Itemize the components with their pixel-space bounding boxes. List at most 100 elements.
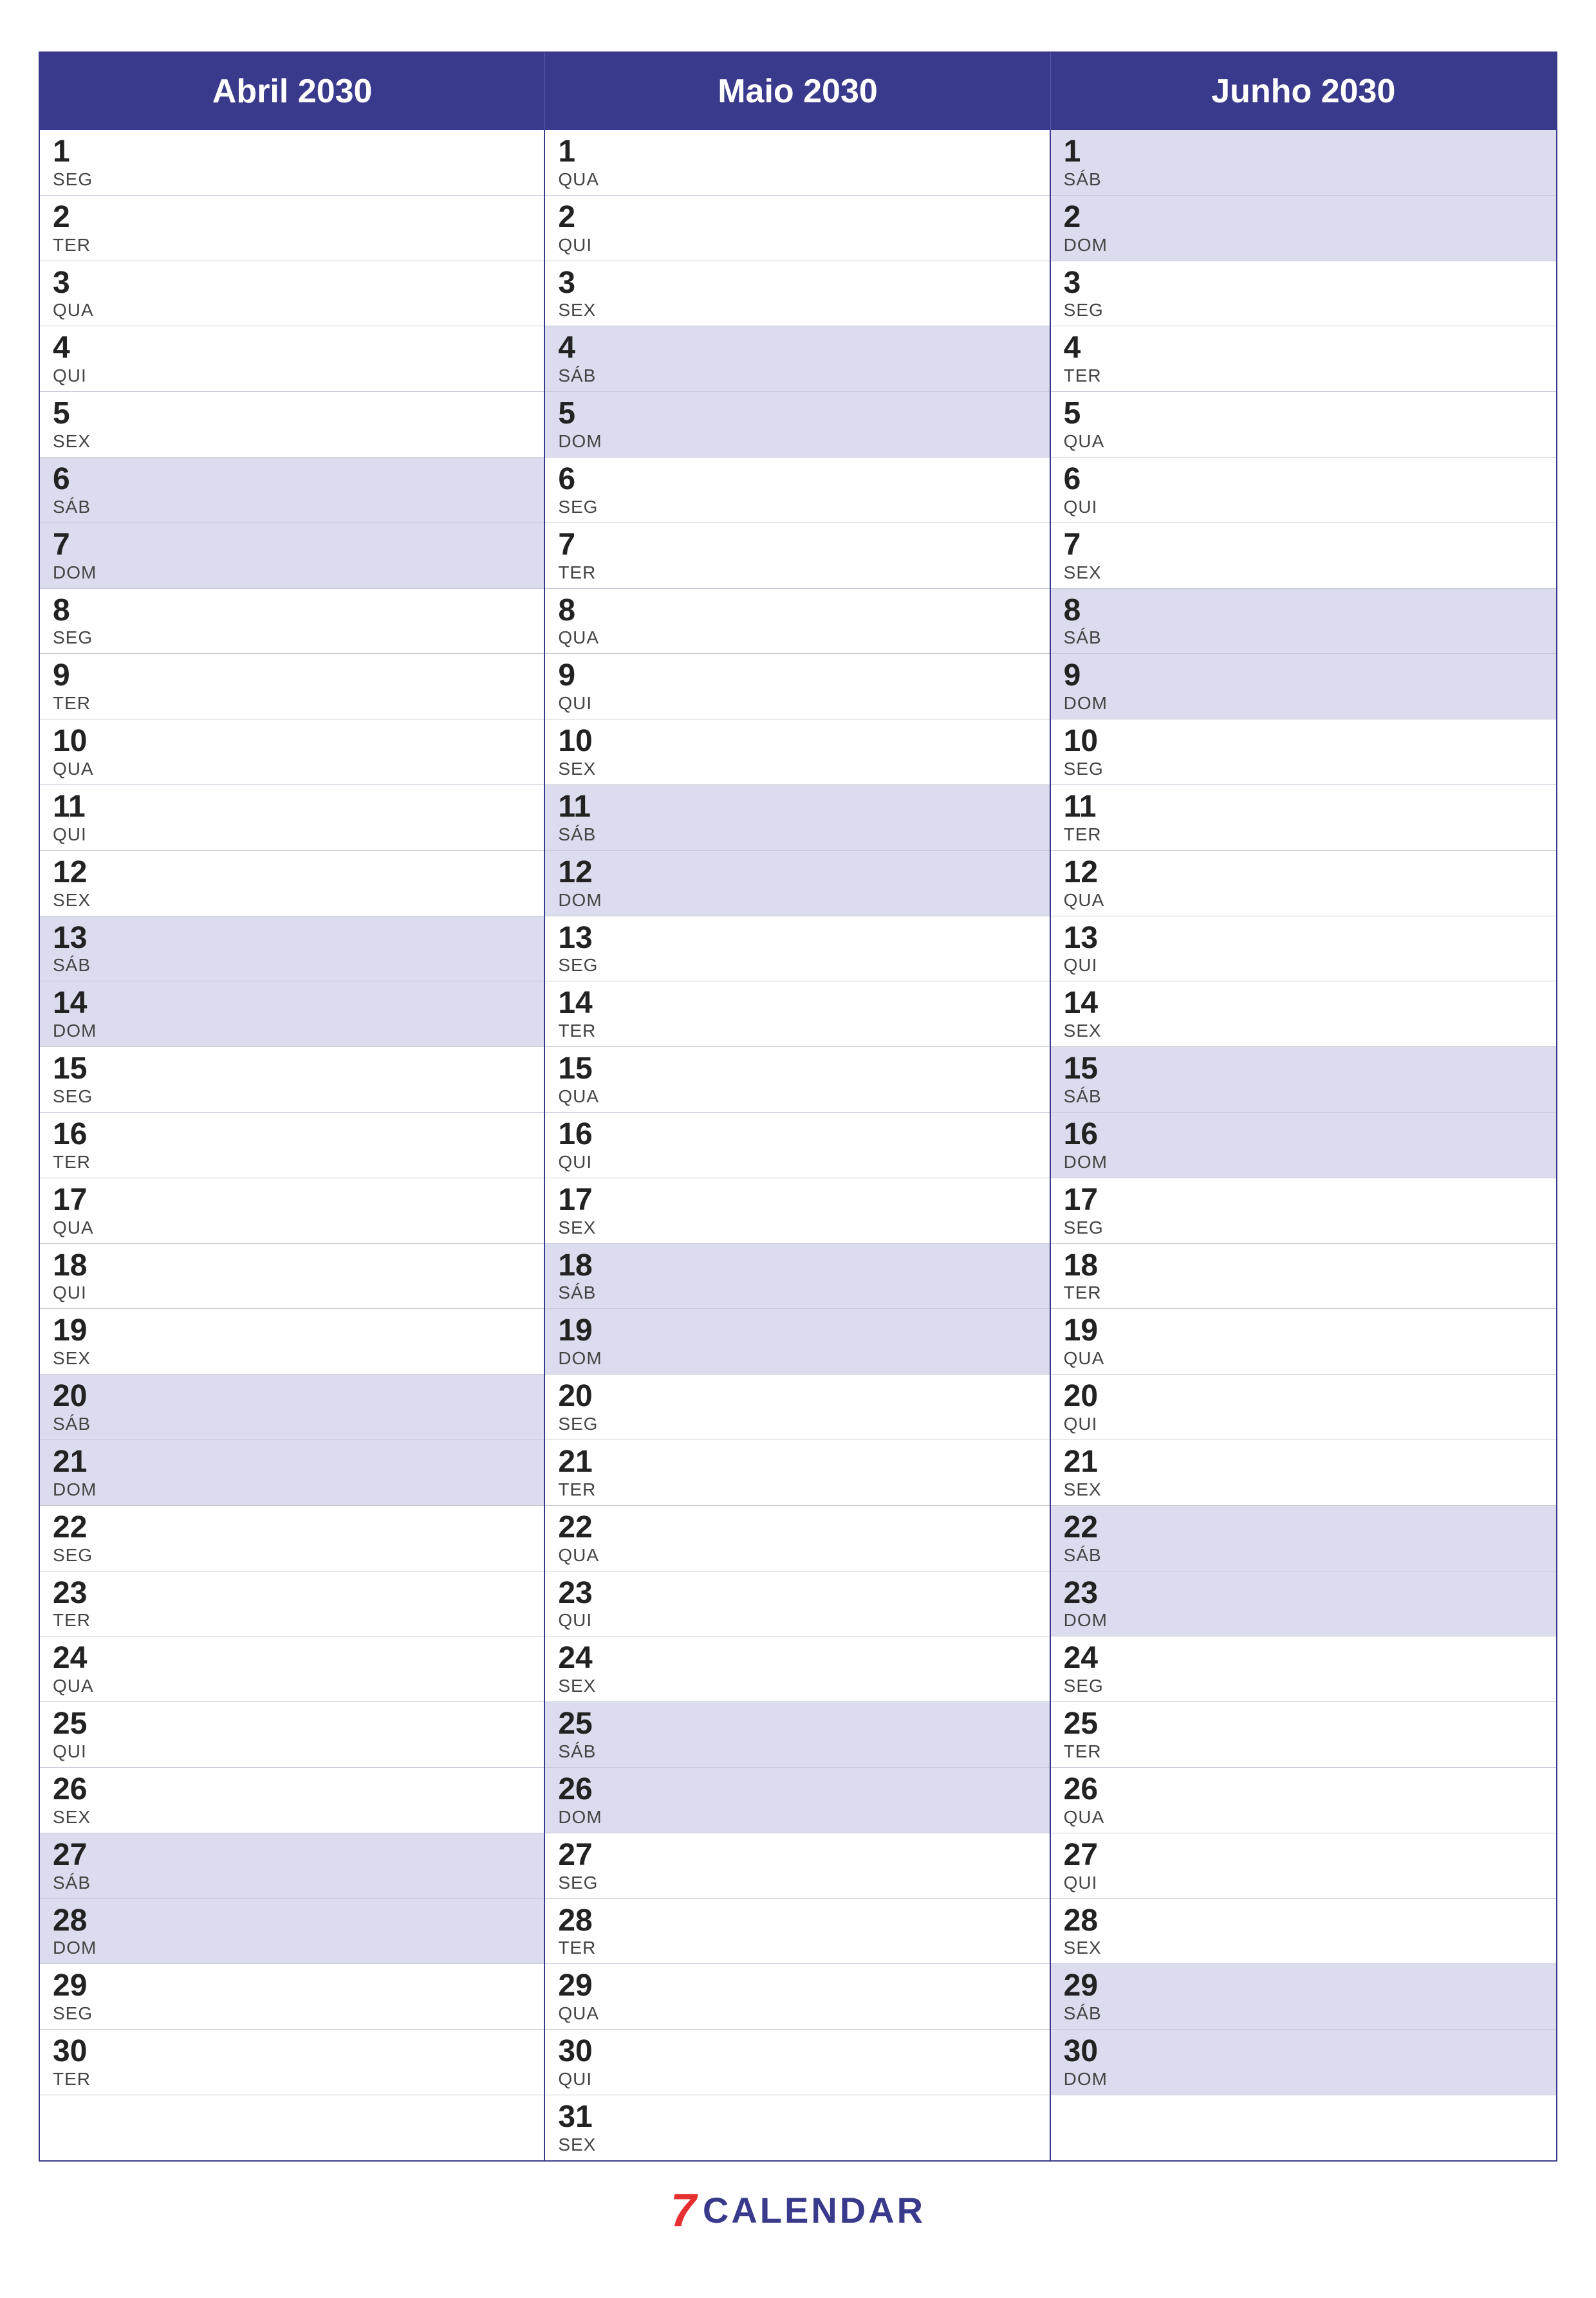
day-name: SEG: [558, 497, 1036, 517]
day-name: DOM: [558, 890, 1036, 911]
day-row: 12DOM: [545, 851, 1049, 916]
day-name: QUA: [53, 1218, 531, 1238]
day-name: DOM: [558, 1807, 1036, 1828]
calendar-container: Abril 2030Maio 2030Junho 2030 1SEG2TER3Q…: [39, 51, 1557, 2162]
day-name: SÁB: [558, 1741, 1036, 1762]
day-name: QUI: [1064, 1873, 1543, 1893]
day-number: 9: [53, 659, 531, 693]
day-row: 1SÁB: [1051, 130, 1556, 196]
day-number: 28: [558, 1904, 1036, 1938]
day-number: 7: [1064, 528, 1543, 562]
day-name: SEG: [558, 1414, 1036, 1434]
day-number: 8: [558, 594, 1036, 628]
day-row: 12QUA: [1051, 851, 1556, 916]
day-row: 1QUA: [545, 130, 1049, 196]
day-name: SEX: [1064, 1938, 1543, 1958]
day-name: SEX: [558, 759, 1036, 779]
day-row: 23DOM: [1051, 1571, 1556, 1637]
day-name: TER: [1064, 366, 1543, 386]
day-name: DOM: [558, 1348, 1036, 1369]
day-name: QUI: [1064, 497, 1543, 517]
day-name: QUA: [1064, 1807, 1543, 1828]
day-row: 20SÁB: [40, 1375, 544, 1440]
day-row: 6SEG: [545, 458, 1049, 523]
day-row: 23TER: [40, 1571, 544, 1637]
day-row: 4QUI: [40, 326, 544, 392]
day-number: 18: [558, 1249, 1036, 1283]
day-name: SEG: [53, 169, 531, 190]
day-name: SÁB: [1064, 1086, 1543, 1107]
day-name: SEG: [1064, 300, 1543, 320]
day-number: 21: [53, 1445, 531, 1479]
day-number: 26: [1064, 1773, 1543, 1807]
day-number: 24: [558, 1642, 1036, 1676]
day-row: 30QUI: [545, 2030, 1049, 2095]
day-row: 9TER: [40, 654, 544, 719]
day-number: 17: [558, 1183, 1036, 1218]
day-name: TER: [53, 235, 531, 255]
day-name: SEG: [558, 1873, 1036, 1893]
day-name: SEG: [1064, 1218, 1543, 1238]
day-number: 11: [558, 790, 1036, 824]
day-number: 11: [53, 790, 531, 824]
day-row: 13SEG: [545, 916, 1049, 982]
day-row: 3SEX: [545, 261, 1049, 327]
day-row: 30TER: [40, 2030, 544, 2095]
day-row: 10QUA: [40, 719, 544, 785]
day-name: QUI: [558, 235, 1036, 255]
day-number: 21: [1064, 1445, 1543, 1479]
day-name: TER: [53, 1152, 531, 1172]
day-name: SEG: [53, 627, 531, 648]
day-number: 14: [558, 987, 1036, 1021]
day-number: 7: [558, 528, 1036, 562]
day-name: QUA: [1064, 431, 1543, 452]
calendar-header: Abril 2030Maio 2030Junho 2030: [40, 53, 1556, 130]
day-name: QUI: [558, 1610, 1036, 1631]
day-number: 19: [53, 1314, 531, 1348]
day-name: SÁB: [53, 1873, 531, 1893]
day-name: QUA: [558, 169, 1036, 190]
day-name: QUI: [53, 1741, 531, 1762]
day-name: SÁB: [1064, 169, 1543, 190]
month-header-0: Abril 2030: [40, 53, 545, 130]
day-row: 11QUI: [40, 785, 544, 851]
day-row: 27QUI: [1051, 1833, 1556, 1899]
day-number: 16: [53, 1118, 531, 1152]
day-name: SÁB: [53, 497, 531, 517]
day-row: 11SÁB: [545, 785, 1049, 851]
day-row: 14TER: [545, 981, 1049, 1047]
month-header-1: Maio 2030: [545, 53, 1050, 130]
day-name: SÁB: [53, 955, 531, 976]
day-row: 7DOM: [40, 523, 544, 589]
day-row: 21SEX: [1051, 1440, 1556, 1506]
day-number: 23: [558, 1577, 1036, 1611]
day-row: 17SEG: [1051, 1178, 1556, 1244]
day-row: 9QUI: [545, 654, 1049, 719]
day-number: 22: [558, 1511, 1036, 1545]
day-row: 29SEG: [40, 1964, 544, 2030]
day-number: 24: [1064, 1642, 1543, 1676]
day-row: 10SEG: [1051, 719, 1556, 785]
day-number: 27: [1064, 1839, 1543, 1873]
day-number: 11: [1064, 790, 1543, 824]
day-row: 4TER: [1051, 326, 1556, 392]
day-number: 5: [53, 397, 531, 431]
day-number: 18: [53, 1249, 531, 1283]
day-row: 30DOM: [1051, 2030, 1556, 2095]
day-row: 20SEG: [545, 1375, 1049, 1440]
day-row: 29SÁB: [1051, 1964, 1556, 2030]
day-row: 18QUI: [40, 1244, 544, 1310]
day-row: 19SEX: [40, 1309, 544, 1375]
day-name: QUI: [53, 366, 531, 386]
day-row: 14DOM: [40, 981, 544, 1047]
day-name: QUA: [558, 2003, 1036, 2024]
day-number: 4: [558, 331, 1036, 366]
day-name: DOM: [1064, 2069, 1543, 2090]
day-number: 14: [1064, 987, 1543, 1021]
day-number: 28: [53, 1904, 531, 1938]
day-number: 22: [1064, 1511, 1543, 1545]
day-name: SEX: [558, 1676, 1036, 1696]
day-name: SEG: [1064, 759, 1543, 779]
day-row: 20QUI: [1051, 1375, 1556, 1440]
day-row: 8QUA: [545, 589, 1049, 654]
